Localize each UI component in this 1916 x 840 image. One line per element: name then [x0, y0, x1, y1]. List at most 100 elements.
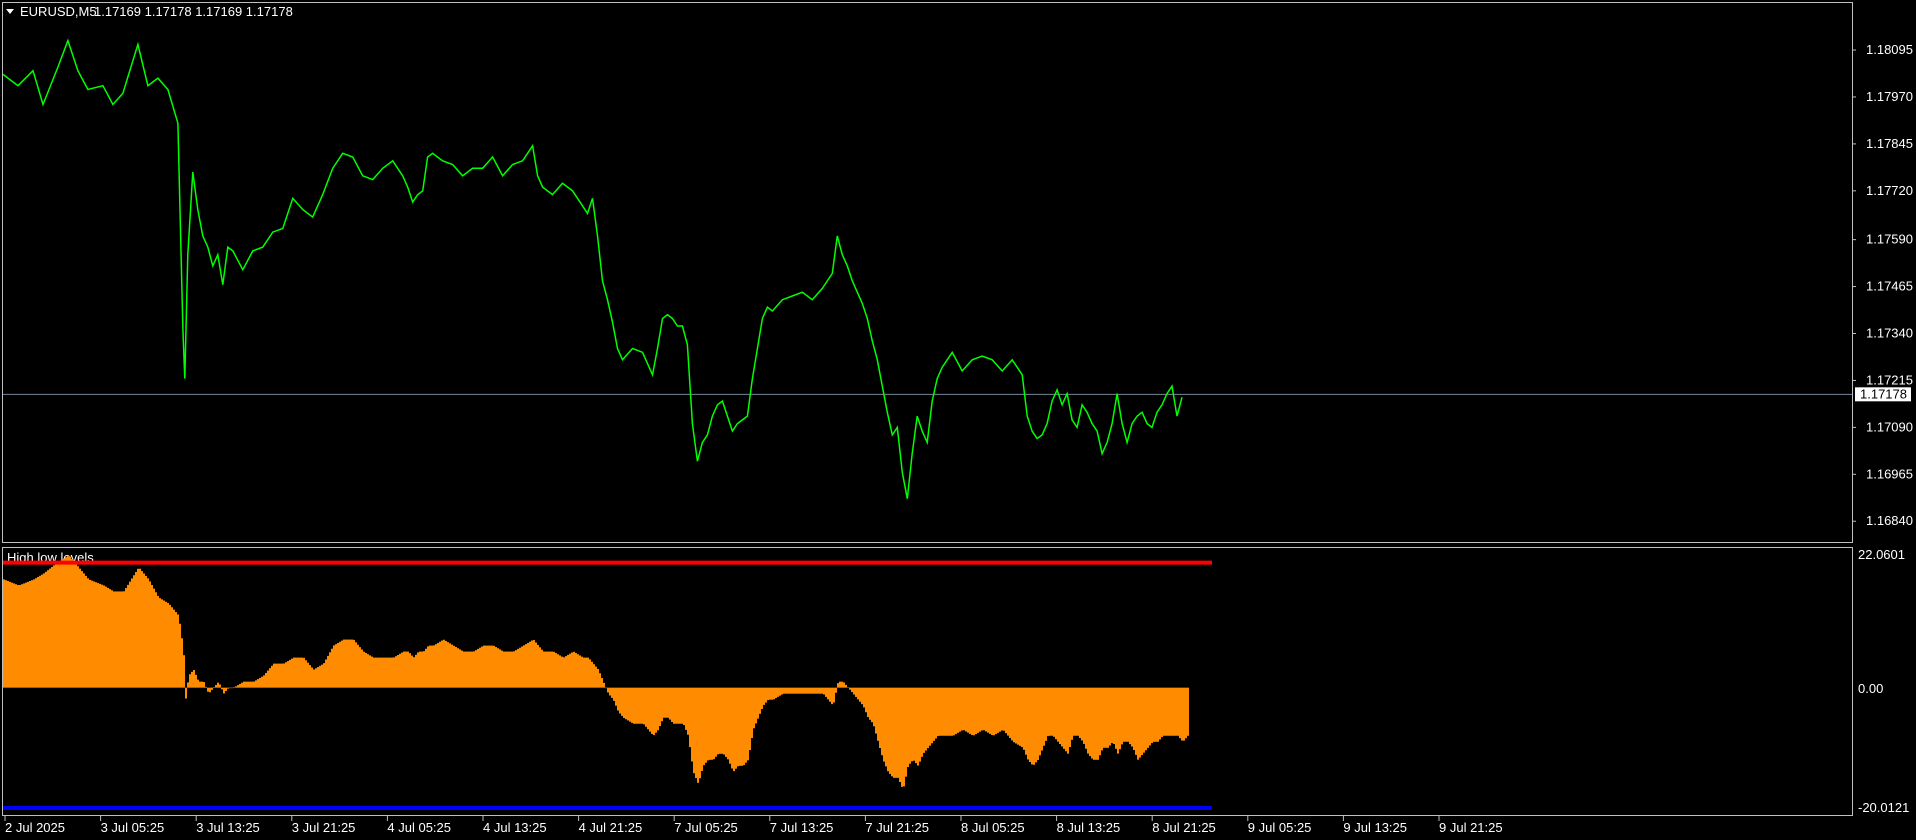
- histogram-bar: [1039, 687, 1041, 756]
- histogram-bar: [721, 687, 723, 754]
- histogram-bar: [267, 670, 269, 688]
- histogram-bar: [723, 687, 725, 755]
- histogram-bar: [255, 680, 257, 688]
- histogram-bar: [119, 591, 121, 688]
- histogram-bar: [499, 649, 501, 688]
- histogram-bar: [949, 687, 951, 736]
- histogram-bar: [785, 687, 787, 694]
- trading-chart[interactable]: EURUSD,M5 1.17169 1.17178 1.17169 1.1717…: [0, 0, 1916, 840]
- histogram-bar: [185, 687, 187, 699]
- histogram-bar: [943, 687, 945, 736]
- histogram-bar: [93, 581, 95, 688]
- histogram-bar: [85, 575, 87, 688]
- histogram-bar: [553, 651, 555, 688]
- histogram-bar: [161, 599, 163, 688]
- time-tick-label: 3 Jul 21:25: [292, 820, 356, 835]
- histogram-bar: [859, 687, 861, 702]
- histogram-bar: [1047, 687, 1049, 737]
- histogram-bar: [679, 687, 681, 724]
- histogram-bar: [217, 682, 219, 688]
- histogram-bar: [847, 687, 849, 688]
- histogram-bar: [545, 651, 547, 688]
- histogram-bar: [95, 582, 97, 688]
- histogram-bar: [917, 687, 919, 766]
- histogram-bar: [1009, 687, 1011, 738]
- histogram-bar: [977, 687, 979, 733]
- histogram-bar: [567, 654, 569, 688]
- price-tick-label: 1.17720: [1866, 183, 1913, 198]
- histogram-bar: [519, 647, 521, 688]
- histogram-bar: [615, 687, 617, 706]
- histogram-bar: [621, 687, 623, 716]
- histogram-bar: [27, 581, 29, 688]
- histogram-bar: [637, 687, 639, 724]
- histogram-bar: [1103, 687, 1105, 748]
- histogram-bar: [435, 644, 437, 688]
- histogram-bar: [887, 687, 889, 772]
- chart-header[interactable]: EURUSD,M5 1.17169 1.17178 1.17169 1.1717…: [6, 4, 293, 19]
- histogram-bar: [223, 687, 225, 694]
- histogram-bar: [665, 687, 667, 718]
- time-tick-label: 3 Jul 13:25: [196, 820, 260, 835]
- histogram-bar: [169, 604, 171, 688]
- time-tick-label: 8 Jul 05:25: [961, 820, 1025, 835]
- histogram-bar: [497, 648, 499, 688]
- histogram-bar: [511, 651, 513, 688]
- histogram-bar: [765, 687, 767, 703]
- histogram-bar: [811, 687, 813, 694]
- histogram-bar: [339, 641, 341, 688]
- histogram-bar: [1163, 687, 1165, 736]
- histogram-bar: [215, 685, 217, 688]
- histogram-bar: [1113, 687, 1115, 744]
- histogram-bar: [289, 659, 291, 688]
- histogram-bar: [809, 687, 811, 694]
- histogram-bar: [835, 687, 837, 693]
- histogram-bar: [655, 687, 657, 733]
- histogram-bar: [1005, 687, 1007, 734]
- histogram-bar: [777, 687, 779, 697]
- histogram-bar: [475, 650, 477, 688]
- histogram-bar: [399, 653, 401, 688]
- histogram-bar: [87, 578, 89, 688]
- histogram-bar: [253, 681, 255, 688]
- histogram-bar: [79, 568, 81, 688]
- histogram-bar: [9, 581, 11, 688]
- histogram-bar: [883, 687, 885, 762]
- histogram-bar: [65, 557, 67, 688]
- histogram-bar: [1037, 687, 1039, 760]
- histogram-bar: [441, 640, 443, 688]
- histogram-bar: [439, 641, 441, 688]
- histogram-bar: [695, 687, 697, 779]
- histogram-bar: [995, 687, 997, 735]
- histogram-bar: [125, 588, 127, 688]
- histogram-bar: [865, 687, 867, 713]
- histogram-bar: [861, 687, 863, 705]
- histogram-bar: [947, 687, 949, 736]
- histogram-bar: [377, 657, 379, 688]
- histogram-bar: [1019, 687, 1021, 746]
- histogram-bar: [701, 687, 703, 771]
- histogram-bar: [691, 687, 693, 762]
- histogram-bar: [1059, 687, 1061, 745]
- histogram-bar: [1131, 687, 1133, 747]
- histogram-bar: [787, 687, 789, 694]
- histogram-bar: [677, 687, 679, 724]
- histogram-bar: [839, 681, 841, 688]
- histogram-bar: [295, 657, 297, 688]
- histogram-bar: [997, 687, 999, 733]
- histogram-bar: [407, 651, 409, 688]
- histogram-bar: [793, 687, 795, 694]
- histogram-bar: [1135, 687, 1137, 755]
- histogram-bar: [663, 687, 665, 718]
- histogram-bar: [109, 589, 111, 688]
- histogram-bar: [717, 687, 719, 755]
- histogram-bar: [1107, 687, 1109, 748]
- histogram-bar: [549, 651, 551, 688]
- histogram-bar: [1105, 687, 1107, 748]
- histogram-bar: [57, 562, 59, 688]
- histogram-bar: [3, 579, 5, 688]
- histogram-bar: [895, 687, 897, 778]
- histogram-bar: [371, 656, 373, 688]
- histogram-bar: [1013, 687, 1015, 743]
- histogram-bar: [609, 687, 611, 696]
